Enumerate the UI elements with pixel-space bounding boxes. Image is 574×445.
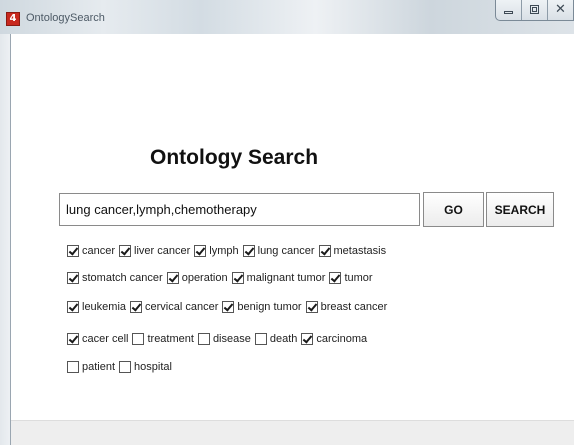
checkbox-label: breast cancer — [320, 301, 388, 313]
title-bar[interactable]: 4 OntologySearch ✕ — [0, 0, 574, 34]
checkbox-checked-icon[interactable] — [222, 301, 235, 313]
term-checkbox[interactable]: cacer cell — [67, 333, 128, 345]
term-checkbox[interactable]: cancer — [67, 245, 115, 257]
checkbox-label: cacer cell — [82, 333, 129, 345]
term-checkbox[interactable]: tumor — [329, 272, 373, 284]
checkbox-checked-icon[interactable] — [305, 301, 318, 313]
checkbox-label: metastasis — [333, 245, 387, 257]
maximize-icon — [530, 5, 539, 14]
checkbox-checked-icon[interactable] — [166, 272, 179, 284]
checkbox-checked-icon[interactable] — [119, 245, 132, 257]
term-checkbox[interactable]: lymph — [194, 245, 239, 257]
checkbox-unchecked-icon[interactable] — [67, 361, 79, 373]
checkbox-label: lung cancer — [257, 245, 315, 257]
term-checkbox[interactable]: operation — [166, 272, 228, 284]
app-window: 4 OntologySearch ✕ Ontology Search GO SE… — [0, 0, 574, 445]
term-checkbox[interactable]: death — [254, 333, 298, 345]
checkbox-label: malignant tumor — [246, 272, 326, 284]
checkbox-label: operation — [181, 272, 228, 284]
checkbox-checked-icon[interactable] — [301, 333, 314, 345]
checkbox-label: stomatch cancer — [82, 272, 163, 284]
app-icon: 4 — [6, 12, 20, 26]
term-checkbox[interactable]: benign tumor — [222, 301, 302, 313]
checkbox-unchecked-icon[interactable] — [132, 333, 145, 345]
checkbox-checked-icon[interactable] — [194, 245, 207, 257]
checkbox-label: liver cancer — [134, 245, 191, 257]
term-checkbox[interactable]: breast cancer — [305, 301, 388, 313]
minimize-icon — [504, 11, 513, 14]
checkbox-row: cacer cell treatment disease death carcinoma — [67, 331, 371, 347]
checkbox-label: carcinoma — [316, 333, 368, 345]
checkbox-label: disease — [212, 333, 251, 345]
term-checkbox[interactable]: disease — [197, 333, 251, 345]
checkbox-label: hospital — [134, 361, 172, 373]
checkbox-checked-icon[interactable] — [231, 272, 244, 284]
checkbox-checked-icon[interactable] — [242, 245, 255, 257]
maximize-button[interactable] — [522, 0, 548, 20]
bottom-strip — [11, 420, 574, 445]
checkbox-checked-icon[interactable] — [67, 333, 79, 345]
checkbox-row: patient hospital — [67, 359, 176, 375]
window-controls: ✕ — [495, 0, 574, 21]
checkbox-row: leukemia cervical cancer benign tumor breas… — [67, 299, 391, 315]
checkbox-label: death — [269, 333, 298, 345]
checkbox-unchecked-icon[interactable] — [119, 361, 132, 373]
term-checkbox[interactable]: liver cancer — [119, 245, 190, 257]
close-button[interactable]: ✕ — [548, 0, 573, 20]
checkbox-label: cancer — [82, 245, 116, 257]
checkbox-checked-icon[interactable] — [67, 272, 79, 284]
search-input[interactable] — [59, 193, 420, 226]
checkbox-label: leukemia — [82, 301, 127, 313]
checkbox-label: treatment — [147, 333, 194, 345]
checkbox-checked-icon[interactable] — [67, 301, 79, 313]
checkbox-checked-icon[interactable] — [130, 301, 143, 313]
term-checkbox[interactable]: lung cancer — [242, 245, 315, 257]
search-button[interactable]: SEARCH — [486, 192, 554, 227]
checkbox-unchecked-icon[interactable] — [197, 333, 210, 345]
close-icon: ✕ — [555, 2, 566, 17]
term-checkbox[interactable]: treatment — [132, 333, 194, 345]
minimize-button[interactable] — [496, 0, 522, 20]
term-checkbox[interactable]: stomatch cancer — [67, 272, 163, 284]
term-checkbox[interactable]: malignant tumor — [231, 272, 326, 284]
checkbox-label: cervical cancer — [145, 301, 219, 313]
checkbox-checked-icon[interactable] — [318, 245, 331, 257]
term-checkbox[interactable]: metastasis — [318, 245, 387, 257]
checkbox-checked-icon[interactable] — [67, 245, 79, 257]
checkbox-label: tumor — [344, 272, 373, 284]
go-button[interactable]: GO — [423, 192, 484, 227]
term-checkbox[interactable]: hospital — [119, 361, 172, 373]
checkbox-row: cancer liver cancer lymph lung cancer metast… — [67, 243, 390, 259]
term-checkbox[interactable]: leukemia — [67, 301, 126, 313]
page-title: Ontology Search — [150, 146, 319, 169]
checkbox-label: benign tumor — [237, 301, 302, 313]
checkbox-label: patient — [82, 361, 116, 373]
checkbox-row: stomatch cancer operation malignant tumor t… — [67, 270, 377, 286]
checkbox-label: lymph — [209, 245, 239, 257]
term-checkbox[interactable]: patient — [67, 361, 115, 373]
window-left-border — [0, 34, 11, 445]
checkbox-unchecked-icon[interactable] — [254, 333, 267, 345]
checkbox-checked-icon[interactable] — [329, 272, 342, 284]
term-checkbox[interactable]: carcinoma — [301, 333, 367, 345]
window-title: OntologySearch — [26, 12, 105, 24]
term-checkbox[interactable]: cervical cancer — [130, 301, 218, 313]
